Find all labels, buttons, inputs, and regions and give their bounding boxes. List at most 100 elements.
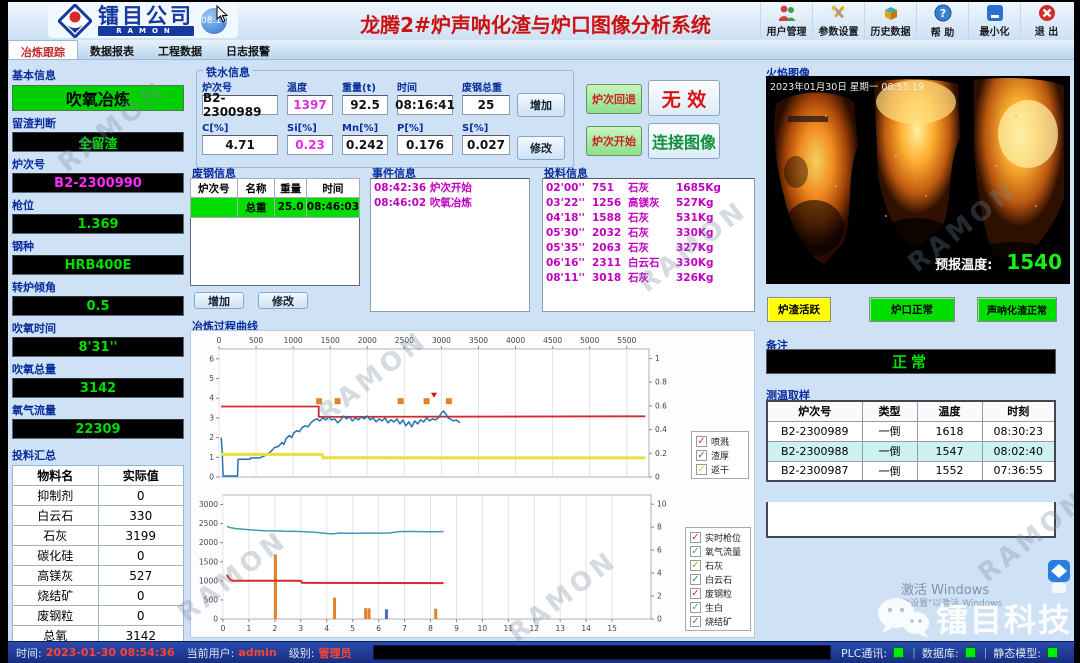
scrap-add-button[interactable]: 增加 <box>194 292 244 309</box>
svg-text:4000: 4000 <box>506 336 525 345</box>
oxygen-flow-value: 22309 <box>12 419 184 439</box>
furnace-mouth-normal-indicator[interactable]: 炉口正常 <box>869 297 955 322</box>
table-row[interactable]: 废钢粒0 <box>13 606 184 626</box>
legend-checkbox[interactable]: ✓ <box>696 450 707 461</box>
history-data-button[interactable]: 历史数据 <box>864 2 916 40</box>
exit-button[interactable]: 退 出 <box>1020 2 1072 40</box>
legend-checkbox[interactable]: ✓ <box>690 616 701 627</box>
svg-text:12: 12 <box>529 624 539 633</box>
list-item: 08:46:02 吹氧冶炼 <box>374 196 526 211</box>
minimize-button[interactable]: 最小化 <box>968 2 1020 40</box>
heat-rollback-button[interactable]: 炉次回退 <box>586 84 642 114</box>
svg-text:7: 7 <box>402 624 407 633</box>
heat-no-input[interactable]: B2-2300989 <box>202 95 278 115</box>
svg-text:1: 1 <box>655 354 660 363</box>
mat-col-value: 实际值 <box>98 466 184 486</box>
legend-checkbox[interactable]: ✓ <box>696 436 707 447</box>
basic-info-panel: 基本信息 吹氧冶炼 留渣判断 全留渣 炉次号 B2-2300990 枪位 1.3… <box>8 62 189 641</box>
weight-input[interactable]: 92.5 <box>342 95 388 115</box>
svg-text:500: 500 <box>249 336 264 345</box>
scrap-info-table: 炉次号 名称 重量 时间 总重 25.0 08:46:03 <box>190 178 360 286</box>
table-row[interactable]: 石灰3199 <box>13 526 184 546</box>
main-toolbar: 用户管理 参数设置 历史数据 <box>760 2 1072 40</box>
lower-process-chart: 0123456789101112131415050010001500200025… <box>193 489 685 637</box>
tab-data-report[interactable]: 数据报表 <box>78 40 146 59</box>
table-row[interactable]: B2-2300989一倒 161808:30:23 <box>767 421 1055 441</box>
smelting-mode-indicator: 吹氧冶炼 <box>12 85 184 111</box>
svg-text:3500: 3500 <box>469 336 488 345</box>
tab-smelting-tracking[interactable]: 冶炼跟踪 <box>8 40 78 59</box>
predicted-temp-value: 1540 <box>1006 250 1062 274</box>
list-item: 08:42:36 炉次开始 <box>374 181 526 196</box>
legend-checkbox[interactable]: ✓ <box>690 574 701 585</box>
users-icon <box>777 4 797 22</box>
legend-checkbox[interactable]: ✓ <box>690 560 701 571</box>
temperature-input[interactable]: 1397 <box>287 95 333 115</box>
table-row[interactable]: 高镁灰527 <box>13 566 184 586</box>
connect-image-button[interactable]: 连接图像 <box>648 123 720 159</box>
list-item: 03'22''1256高镁灰527Kg <box>546 196 751 211</box>
event-list[interactable]: 08:42:36 炉次开始 08:46:02 吹氧冶炼 <box>370 178 530 312</box>
invalid-button[interactable]: 无 效 <box>648 80 720 116</box>
svg-text:1: 1 <box>247 624 252 633</box>
table-row[interactable]: 抑制剂0 <box>13 486 184 506</box>
table-row[interactable]: B2-2300987一倒 155207:36:55 <box>767 461 1055 481</box>
lower-chart-legend: ✓实时枪位 ✓氧气流量 ✓石灰 ✓白云石 ✓废钢粒 ✓生白 ✓烧结矿 <box>685 527 751 631</box>
time-label: 时间: <box>16 645 42 661</box>
svg-text:11: 11 <box>504 624 514 633</box>
table-row[interactable]: 烧结矿0 <box>13 586 184 606</box>
silicon-input[interactable]: 0.23 <box>287 135 333 155</box>
user-management-button[interactable]: 用户管理 <box>760 2 812 40</box>
upper-process-chart: 0500100015002000250030003500400045005000… <box>193 333 685 485</box>
sampling-table: 炉次号 类型 温度 时刻 B2-2300989一倒 161808:30:23 B… <box>766 400 1056 482</box>
svg-text:6: 6 <box>209 354 214 363</box>
legend-checkbox[interactable]: ✓ <box>696 464 707 475</box>
svg-text:1000: 1000 <box>284 336 303 345</box>
remote-access-icon[interactable] <box>1048 560 1070 598</box>
hot-metal-modify-button[interactable]: 修改 <box>517 136 565 160</box>
sampling-table-empty-area <box>766 502 1056 538</box>
table-row[interactable]: B2-2300988一倒 154708:02:40 <box>767 441 1055 461</box>
phosphorus-input[interactable]: 0.176 <box>397 135 453 155</box>
hot-metal-add-button[interactable]: 增加 <box>517 93 565 117</box>
svg-text:0: 0 <box>217 336 222 345</box>
svg-text:2500: 2500 <box>199 519 218 528</box>
help-button[interactable]: ? 帮 助 <box>916 2 968 40</box>
sonar-slag-normal-indicator[interactable]: 声呐化渣正常 <box>977 297 1057 322</box>
scrap-modify-button[interactable]: 修改 <box>258 292 308 309</box>
parameter-settings-button[interactable]: 参数设置 <box>812 2 864 40</box>
slag-judge-label: 留渣判断 <box>12 115 184 131</box>
manganese-input[interactable]: 0.242 <box>342 135 388 155</box>
heat-no-label: 炉次号 <box>12 156 184 172</box>
legend-checkbox[interactable]: ✓ <box>690 546 701 557</box>
steel-grade-value: HRB400E <box>12 255 184 275</box>
time-value: 2023-01-30 08:54:36 <box>46 646 175 659</box>
svg-text:0: 0 <box>657 615 662 624</box>
scrap-total-input[interactable]: 25 <box>462 95 510 115</box>
legend-checkbox[interactable]: ✓ <box>690 588 701 599</box>
table-row[interactable]: 碳化硅0 <box>13 546 184 566</box>
svg-text:6: 6 <box>376 624 381 633</box>
svg-text:1500: 1500 <box>199 557 218 566</box>
legend-checkbox[interactable]: ✓ <box>690 532 701 543</box>
main-tabbar: 冶炼跟踪 数据报表 工程数据 日志报警 <box>8 40 1074 60</box>
sulfur-input[interactable]: 0.027 <box>462 135 510 155</box>
carbon-input[interactable]: 4.71 <box>202 135 278 155</box>
materials-summary-table: 物料名 实际值 抑制剂0 白云石330 石灰3199 碳化硅0 高镁灰527 烧… <box>12 465 184 646</box>
legend-checkbox[interactable]: ✓ <box>690 602 701 613</box>
svg-text:0: 0 <box>209 473 214 482</box>
level-label: 级别: <box>289 645 315 661</box>
tab-engineering-data[interactable]: 工程数据 <box>146 40 214 59</box>
tab-log-alarm[interactable]: 日志报警 <box>214 40 282 59</box>
heat-start-button[interactable]: 炉次开始 <box>586 126 642 156</box>
blow-time-label: 吹氧时间 <box>12 320 184 336</box>
table-row[interactable]: 总重 25.0 08:46:03 <box>191 198 360 217</box>
feeding-list[interactable]: 02'00''751石灰1685Kg 03'22''1256高镁灰527Kg 0… <box>542 178 755 312</box>
svg-text:15: 15 <box>607 624 617 633</box>
table-row[interactable]: 白云石330 <box>13 506 184 526</box>
slag-active-indicator[interactable]: 炉渣活跃 <box>767 297 831 322</box>
wechat-icon <box>876 595 930 641</box>
time-input[interactable]: 08:16:41 <box>397 95 453 115</box>
list-item: 05'35''2063石灰327Kg <box>546 241 751 256</box>
plc-comm-label: PLC通讯: <box>841 645 887 661</box>
